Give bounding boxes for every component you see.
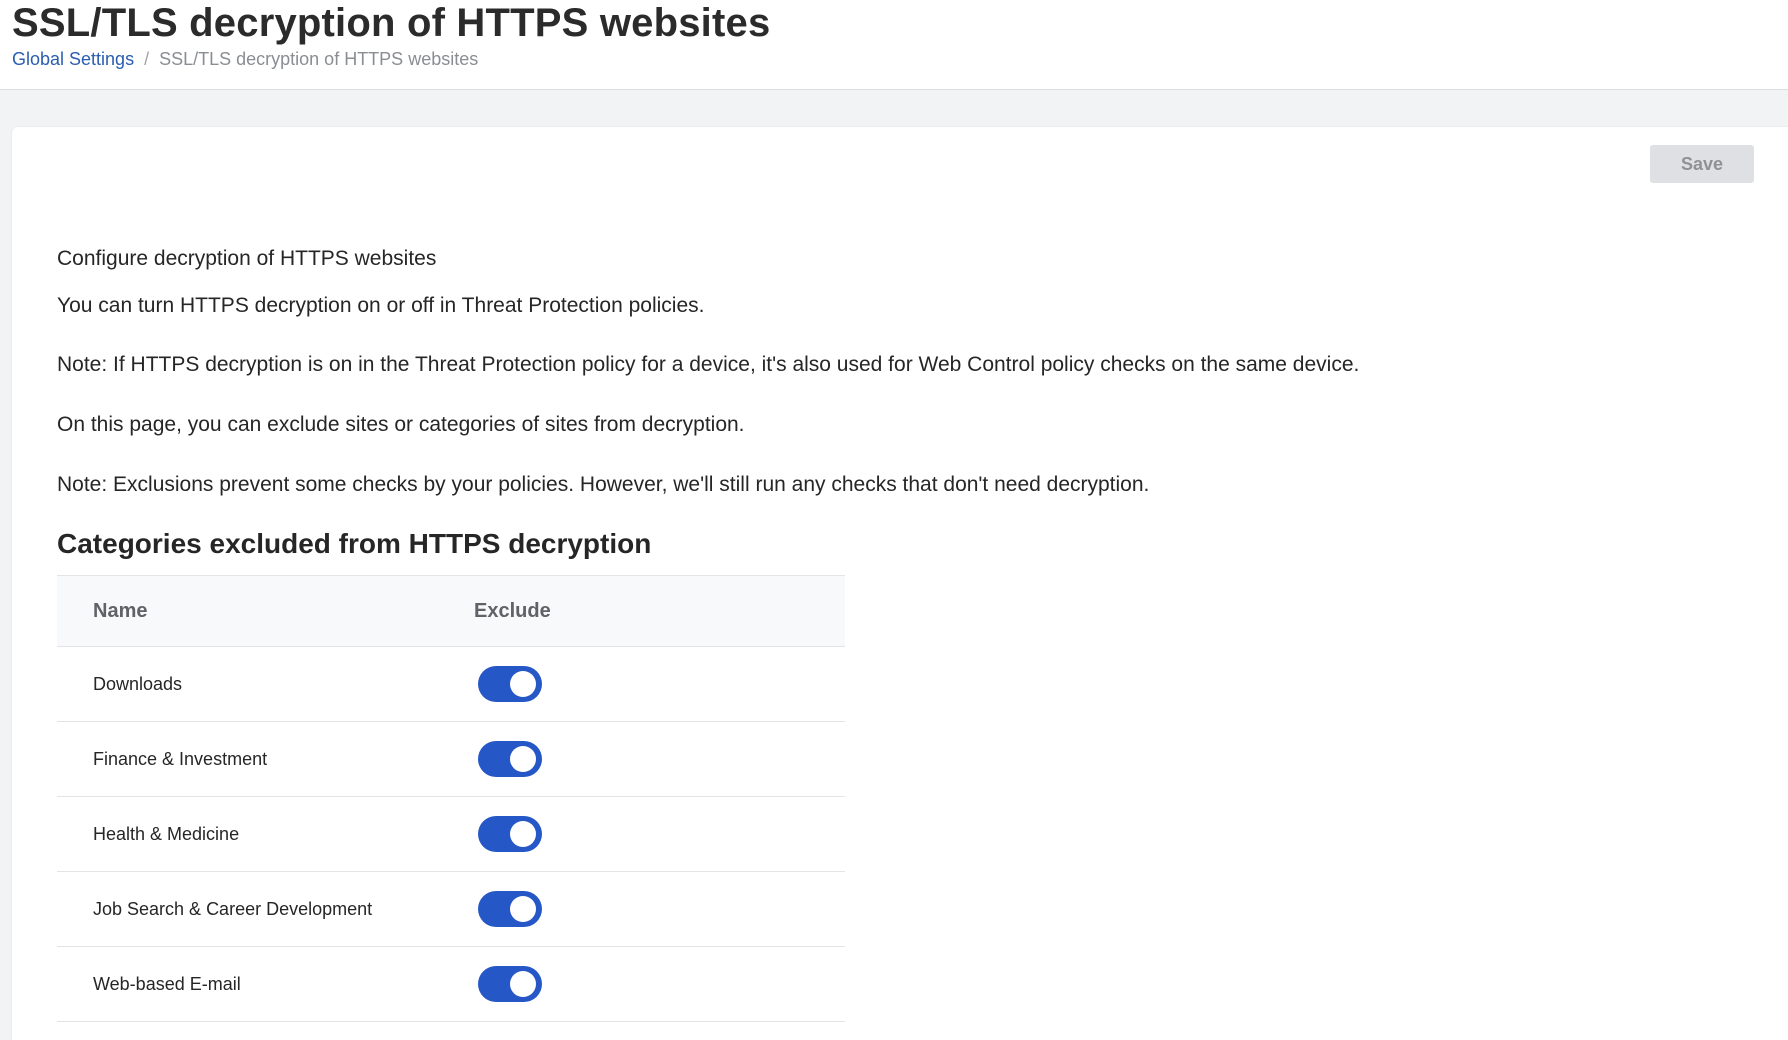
table-row: Web-based E-mail [57,947,845,1022]
category-name: Downloads [93,673,183,694]
page-header: SSL/TLS decryption of HTTPS websites Glo… [0,0,1788,90]
categories-table: Name Exclude Downloads Finance & Investm… [57,575,845,1022]
intro-paragraph: You can turn HTTPS decryption on or off … [57,294,705,317]
breadcrumb-separator: / [144,49,150,69]
intro-paragraph: On this page, you can exclude sites or c… [57,413,745,436]
toggle-knob [510,896,536,922]
intro-paragraph: Note: Exclusions prevent some checks by … [57,473,1150,496]
table-row: Finance & Investment [57,722,845,797]
exclude-toggle[interactable] [478,891,542,927]
breadcrumb: Global Settings / SSL/TLS decryption of … [12,48,478,70]
table-row: Health & Medicine [57,797,845,872]
column-header-name: Name [93,599,148,622]
category-name: Finance & Investment [93,748,268,769]
exclude-toggle[interactable] [478,966,542,1002]
categories-heading: Categories excluded from HTTPS decryptio… [57,528,652,559]
intro-title: Configure decryption of HTTPS websites [57,247,437,270]
settings-card: Save Configure decryption of HTTPS websi… [12,127,1788,1040]
category-name: Web-based E-mail [93,973,241,994]
toggle-knob [510,746,536,772]
exclude-toggle[interactable] [478,816,542,852]
category-name: Job Search & Career Development [93,898,373,919]
column-header-exclude: Exclude [474,599,551,622]
exclude-toggle[interactable] [478,666,542,702]
toggle-knob [510,971,536,997]
breadcrumb-current: SSL/TLS decryption of HTTPS websites [159,49,479,69]
toggle-knob [510,671,536,697]
breadcrumb-global-settings-link[interactable]: Global Settings [12,48,134,70]
category-name: Health & Medicine [93,823,240,844]
exclude-toggle[interactable] [478,741,542,777]
save-button[interactable]: Save [1650,145,1754,183]
toggle-knob [510,821,536,847]
table-row: Job Search & Career Development [57,872,845,947]
table-header: Name Exclude [57,575,845,647]
page-title: SSL/TLS decryption of HTTPS websites [12,1,771,45]
table-row: Downloads [57,647,845,722]
intro-paragraph: Note: If HTTPS decryption is on in the T… [57,353,1360,376]
